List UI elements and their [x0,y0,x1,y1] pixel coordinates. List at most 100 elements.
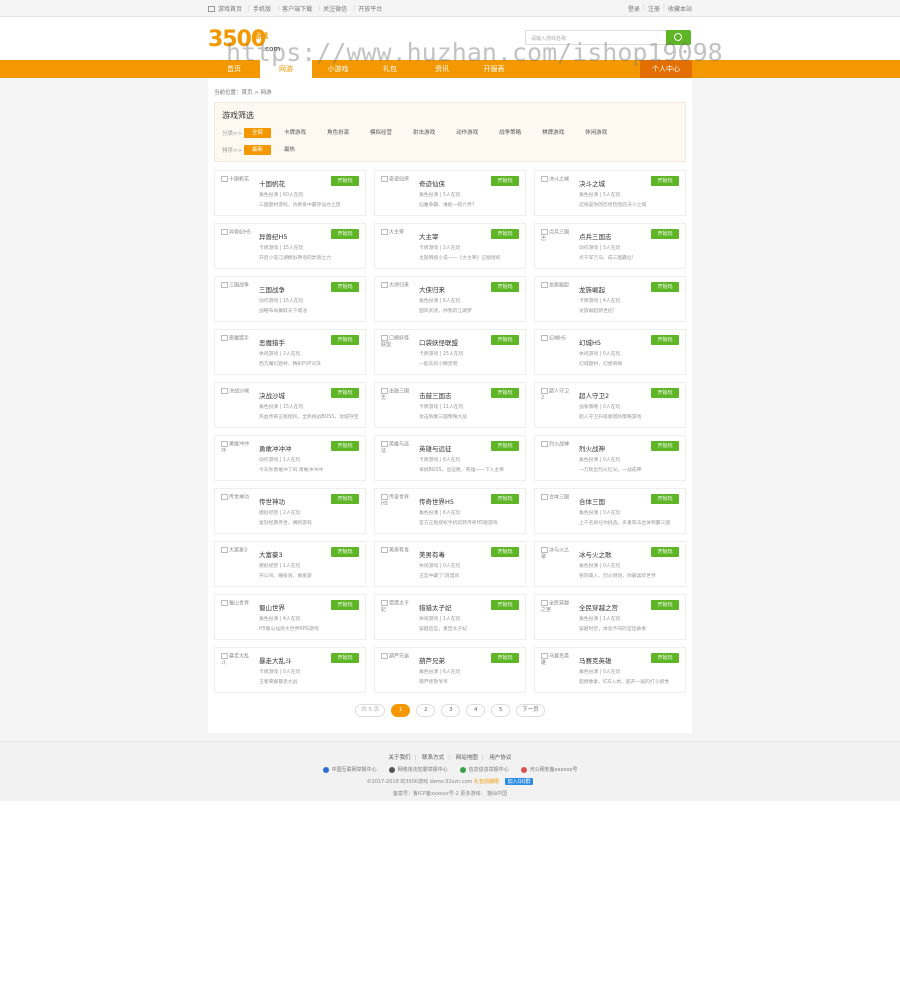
game-thumbnail[interactable]: 奇迹仙侠 [381,176,411,188]
nav-mini-games[interactable]: 小游戏 [312,60,364,78]
game-name[interactable]: 传奇世界H5 [419,496,454,506]
footer-agreement[interactable]: 用户协议 [489,755,511,761]
game-name[interactable]: 合体三国 [579,496,605,506]
play-button[interactable]: 开始玩 [491,547,519,557]
game-card[interactable]: 幻城H5 幻城H5 开始玩 休闲游戏 | 0人在玩 幻城题材，幻想奇缘 [534,329,686,375]
search-button[interactable] [666,30,691,45]
game-name[interactable]: 葫芦兄弟 [419,655,445,665]
game-card[interactable]: 十国帆花 十国帆花 开始玩 角色扮演 | 60人在玩 三国题材游戏，仿佛身中霸存仙亦之旅 [214,170,366,216]
game-thumbnail[interactable]: 烈火战神 [541,441,571,453]
game-thumbnail[interactable]: 暴走大乱斗 [221,653,251,666]
category-strategy[interactable]: 战争策略 [491,128,529,138]
top-link-home[interactable]: 游戏首页 [218,4,242,13]
top-link-open[interactable]: 开放平台 [358,4,382,13]
site-logo[interactable]: 3500 游戏 .com [208,27,290,57]
nav-server-list[interactable]: 开服表 [468,60,520,78]
game-name[interactable]: 十国帆花 [259,178,285,188]
footer-about[interactable]: 关于我们 [389,755,411,761]
play-button[interactable]: 开始玩 [651,600,679,610]
category-rpg[interactable]: 角色扮演 [319,128,357,138]
game-name[interactable]: 烈火战神 [579,443,605,453]
game-name[interactable]: 大富豪3 [259,549,283,559]
play-button[interactable]: 开始玩 [651,282,679,292]
game-name[interactable]: 超人守卫2 [579,390,609,400]
game-thumbnail[interactable]: 龙族崛起 [541,282,571,294]
join-qq-button[interactable]: 加入QQ群 [504,778,534,785]
play-button[interactable]: 开始玩 [491,388,519,398]
game-name[interactable]: 异兽纪H5 [259,231,288,241]
game-name[interactable]: 龙族崛起 [579,284,605,294]
game-thumbnail[interactable]: 合体三国 [541,494,571,506]
game-thumbnail[interactable]: 异兽纪H5 [221,229,251,241]
game-name[interactable]: 奇迹仙侠 [419,178,445,188]
play-button[interactable]: 开始玩 [491,176,519,186]
game-card[interactable]: 勇敢冲冲冲 勇敢冲冲冲 开始玩 动作游戏 | 1人在玩 今天你勇敢冲了吗 勇敢冲冲冲 [214,435,366,481]
game-card[interactable]: 蜀山世界 蜀山世界 开始玩 角色扮演 | 4人在玩 H5蜀山仙侠大世界RPG游戏 [214,594,366,640]
game-card[interactable]: 龙族崛起 龙族崛起 开始玩 卡牌游戏 | 4人在玩 龙族崛起新世纪! [534,276,686,322]
register-link[interactable]: 注册 [648,4,660,13]
play-button[interactable]: 开始玩 [651,388,679,398]
game-thumbnail[interactable]: 传奇世界H5 [381,494,411,507]
game-name[interactable]: 猎猎太子妃 [419,602,452,612]
game-name[interactable]: 三国战争 [259,284,285,294]
cert-item[interactable]: 中国互联网举报中心 [322,766,377,773]
play-button[interactable]: 开始玩 [331,494,359,504]
play-button[interactable]: 开始玩 [651,494,679,504]
game-thumbnail[interactable]: 大侠归来 [381,282,411,294]
game-name[interactable]: 大侠归来 [419,284,445,294]
nav-online-games[interactable]: 网游 [260,60,312,80]
top-link-wechat[interactable]: 关注微信 [323,4,347,13]
game-thumbnail[interactable]: 英雄与远征 [381,441,411,454]
game-thumbnail[interactable]: 点兵三国志 [541,229,571,242]
sort-newest[interactable]: 最新 [244,145,272,155]
category-board[interactable]: 棋牌游戏 [534,128,572,138]
game-thumbnail[interactable]: 猎猎太子妃 [381,600,411,613]
game-card[interactable]: 大主宰 大主宰 开始玩 卡牌游戏 | 2人在玩 主题网络小说——《大主宰》正版授权 [374,223,526,269]
play-button[interactable]: 开始玩 [491,494,519,504]
game-thumbnail[interactable]: 口袋妖怪联盟 [381,335,411,348]
game-card[interactable]: 暴走大乱斗 暴走大乱斗 开始玩 卡牌游戏 | 0人在玩 王者荣耀暴走大战 [214,647,366,693]
play-button[interactable]: 开始玩 [331,229,359,239]
game-thumbnail[interactable]: 决斗之城 [541,176,571,188]
game-card[interactable]: 口袋妖怪联盟 口袋妖怪联盟 开始玩 卡牌游戏 | 25人在玩 一起去抓小精灵吧 [374,329,526,375]
copyright-brand[interactable]: 礼包前期限 [474,779,499,785]
page-5[interactable]: 5 [491,704,511,717]
play-button[interactable]: 开始玩 [651,653,679,663]
play-button[interactable]: 开始玩 [491,282,519,292]
play-button[interactable]: 开始玩 [491,653,519,663]
game-card[interactable]: 葫芦兄弟 葫芦兄弟 开始玩 角色扮演 | 6人在玩 葫芦娃救爷爷 [374,647,526,693]
nav-news[interactable]: 资讯 [416,60,468,78]
play-button[interactable]: 开始玩 [331,441,359,451]
nav-gifts[interactable]: 礼包 [364,60,416,78]
game-card[interactable]: 全民穿越之宫 全民穿越之宫 开始玩 角色扮演 | 1人在玩 穿越时空，体验不同的宫廷故事 [534,594,686,640]
game-name[interactable]: 大主宰 [419,231,439,241]
game-card[interactable]: 奇迹仙侠 奇迹仙侠 开始玩 角色扮演 | 5人在玩 仙魔争霸、谁能一统六界? [374,170,526,216]
game-card[interactable]: 猎猎太子妃 猎猎太子妃 开始玩 休闲游戏 | 1人在玩 穿越后宫，重塑太子妃 [374,594,526,640]
game-name[interactable]: 决战沙城 [259,390,285,400]
footer-contact[interactable]: 联系方式 [422,755,444,761]
game-card[interactable]: 英雄与远征 英雄与远征 开始玩 卡牌游戏 | 8人在玩 单挑BOSS，远征路，英雄一一下… [374,435,526,481]
play-button[interactable]: 开始玩 [331,335,359,345]
play-button[interactable]: 开始玩 [331,547,359,557]
page-2[interactable]: 2 [416,704,436,717]
page-3[interactable]: 3 [441,704,461,717]
page-4[interactable]: 4 [466,704,486,717]
game-card[interactable]: 击鼓三国志 击鼓三国志 开始玩 卡牌游戏 | 11人在玩 攻击防御三国策略大战 [374,382,526,428]
play-button[interactable]: 开始玩 [651,335,679,345]
play-button[interactable]: 开始玩 [331,600,359,610]
page-1[interactable]: 1 [391,704,411,717]
game-name[interactable]: 口袋妖怪联盟 [419,337,458,347]
nav-home[interactable]: 首页 [208,60,260,78]
game-thumbnail[interactable]: 传世神功 [221,494,251,506]
play-button[interactable]: 开始玩 [651,229,679,239]
nav-user-center[interactable]: 个人中心 [640,60,692,78]
game-name[interactable]: 马赛克英雄 [579,655,612,665]
game-name[interactable]: 恶魔猎手 [259,337,285,347]
game-card[interactable]: 传世神功 传世神功 开始玩 模拟经营 | 2人在玩 复刻经典传世，横跨游戏 [214,488,366,534]
game-card[interactable]: 大侠归来 大侠归来 开始玩 角色扮演 | 6人在玩 国风武侠，你我的江湖梦 [374,276,526,322]
game-card[interactable]: 决战沙城 决战沙城 开始玩 角色扮演 | 15人在玩 热血传奇正版授权，全民挑战BOSS… [214,382,366,428]
game-card[interactable]: 美男有毒 美男有毒 开始玩 休闲游戏 | 0人在玩 王宫中藏了!浪漫风 [374,541,526,587]
game-card[interactable]: 合体三国 合体三国 开始玩 角色扮演 | 0人在玩 上千名将任你挑选，多重阵法合体称霸三… [534,488,686,534]
game-thumbnail[interactable]: 幻城H5 [541,335,571,347]
game-thumbnail[interactable]: 超人守卫2 [541,388,571,401]
